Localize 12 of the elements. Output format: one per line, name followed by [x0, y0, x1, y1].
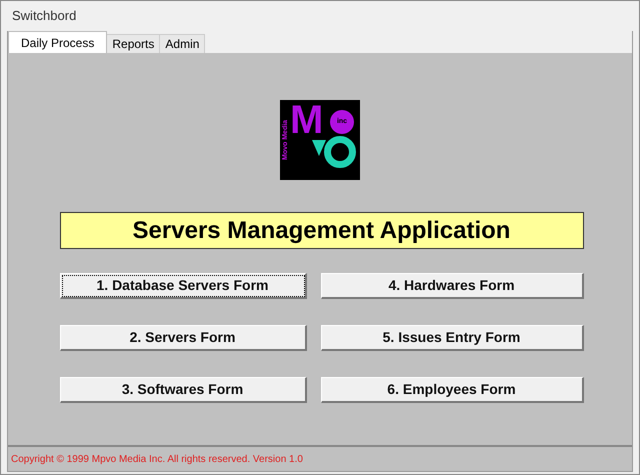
tab[interactable]: Admin — [160, 34, 206, 53]
form-button[interactable]: 4. Hardwares Form — [320, 273, 584, 299]
form-button[interactable]: 6. Employees Form — [320, 377, 584, 403]
form-button[interactable]: 1. Database Servers Form — [60, 273, 306, 299]
window-title: Switchbord — [12, 7, 76, 26]
tab[interactable]: Daily Process — [8, 31, 108, 53]
form-button[interactable]: 2. Servers Form — [60, 325, 306, 351]
form-button[interactable]: 3. Softwares Form — [60, 377, 306, 403]
copyright-text: Copyright © 1999 Mpvo Media Inc. All rights reserved. Version 1.0 — [11, 452, 303, 466]
banner: Servers Management Application — [60, 212, 584, 249]
form-button[interactable]: 5. Issues Entry Form — [320, 325, 584, 351]
tab[interactable]: Reports — [107, 34, 160, 53]
